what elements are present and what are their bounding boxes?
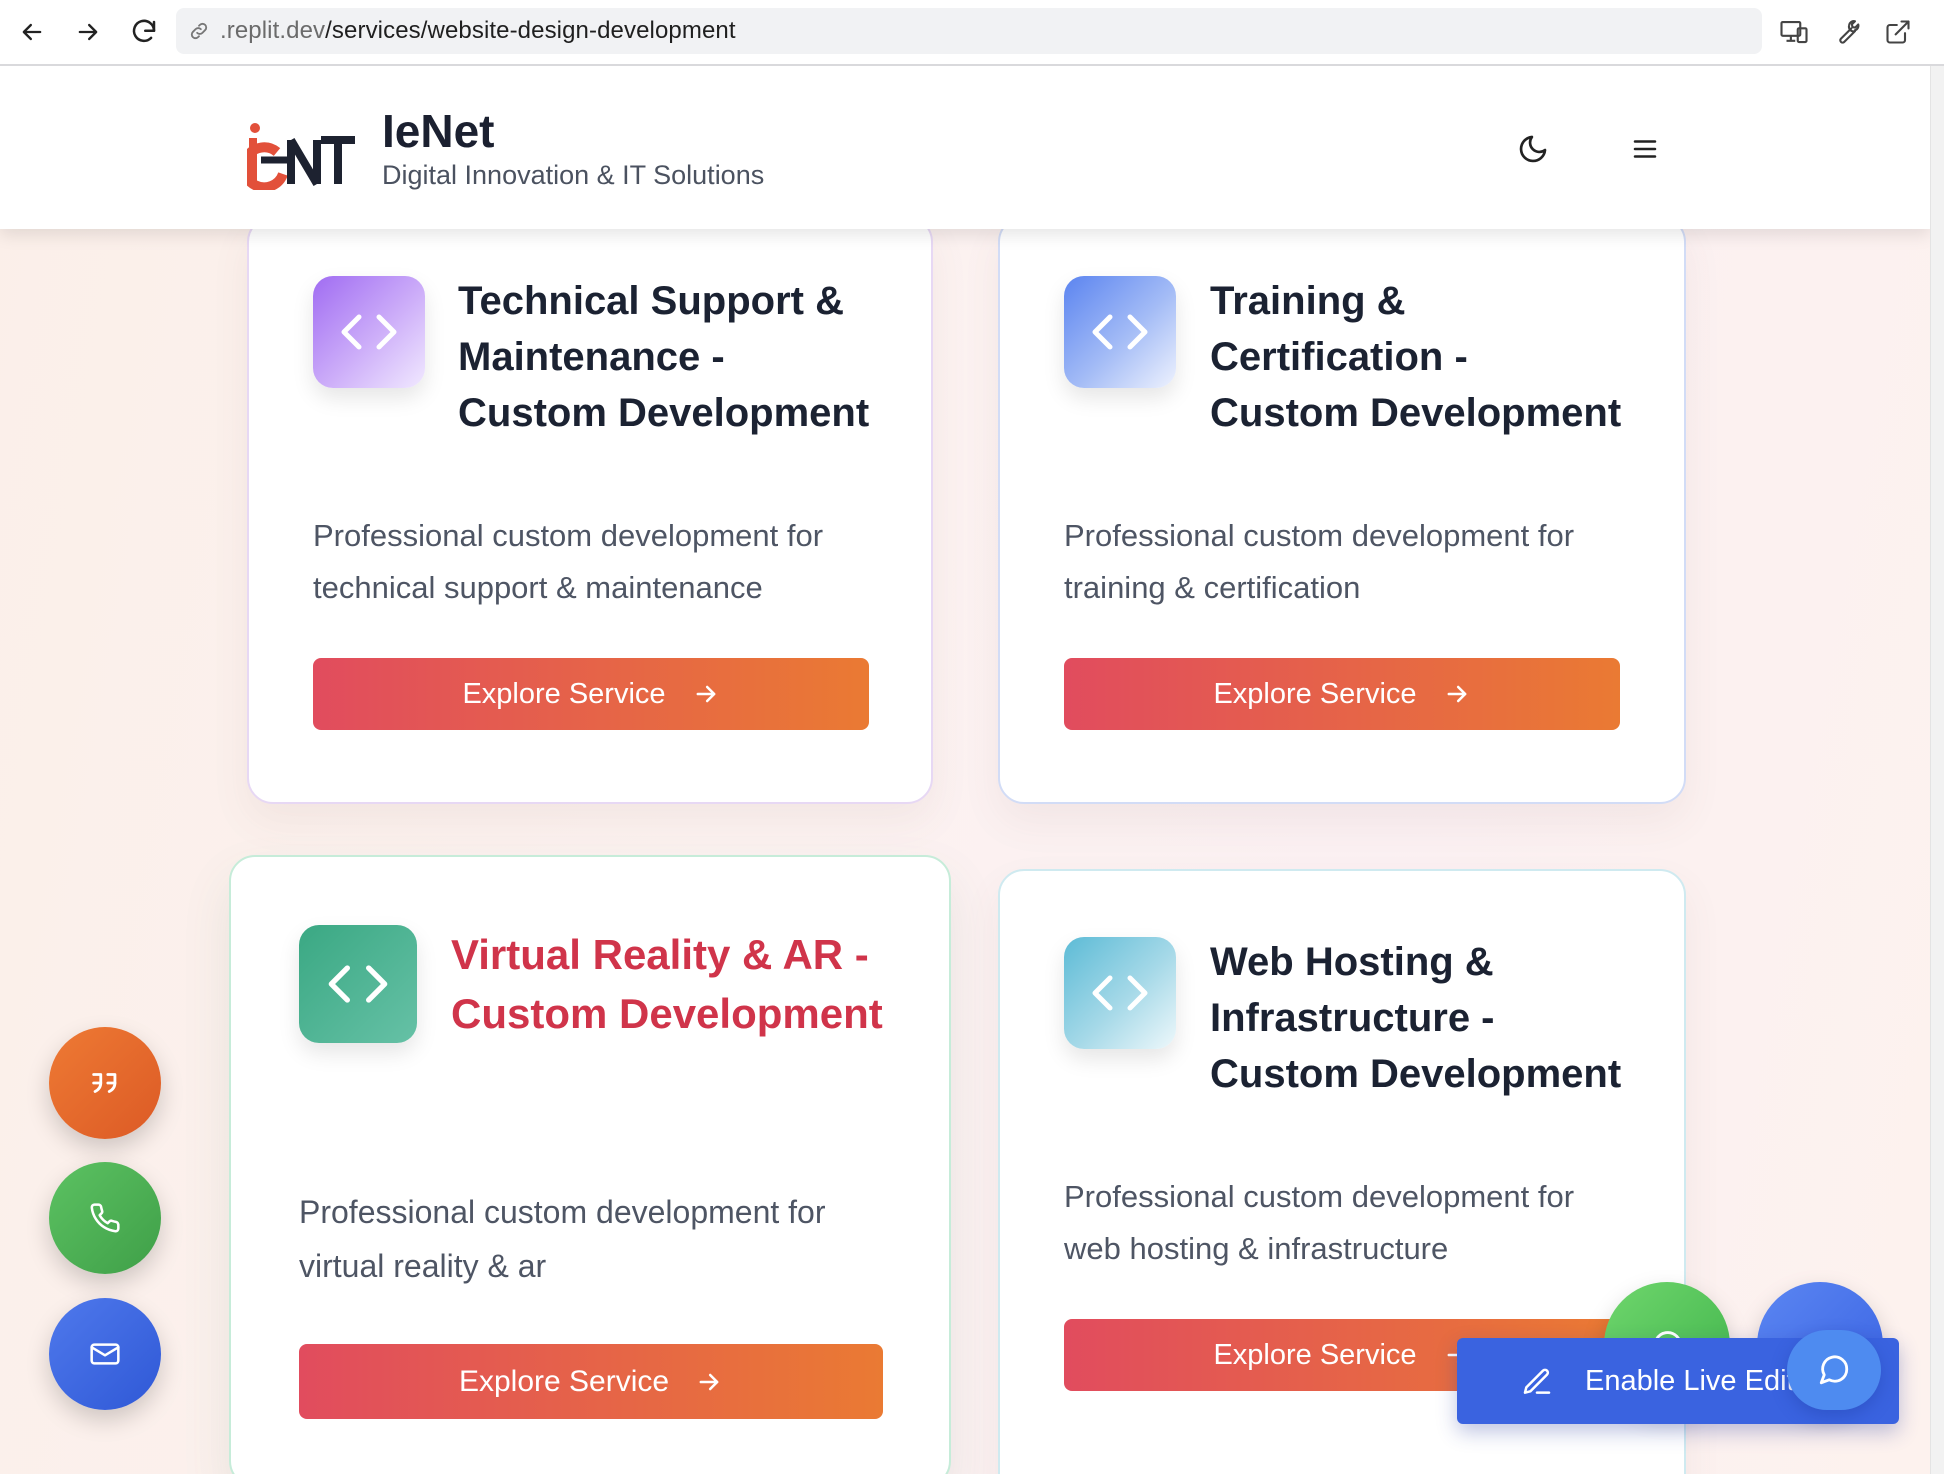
address-bar[interactable]: .replit.dev/services/website-design-deve… xyxy=(176,8,1762,54)
devices-icon xyxy=(1780,20,1808,44)
open-new-tab-button[interactable] xyxy=(1880,14,1916,50)
arrow-right-icon xyxy=(1447,685,1466,703)
service-icon-tile xyxy=(1064,276,1176,388)
brand-tagline: Digital Innovation & IT Solutions xyxy=(382,160,765,190)
arrow-right-icon xyxy=(699,1373,719,1390)
service-title: Technical Support & Maintenance - Custom D… xyxy=(458,279,870,435)
browser-toolbar: .replit.dev/services/website-design-deve… xyxy=(0,0,1944,66)
pencil-icon xyxy=(1523,1368,1551,1394)
arrow-right-icon xyxy=(78,23,98,41)
reload-icon xyxy=(132,19,156,43)
code-icon xyxy=(1092,314,1148,350)
link-icon xyxy=(188,20,210,49)
explore-service-button[interactable]: Explore Service xyxy=(1064,658,1620,730)
page-viewport: IeNet Digital Innovation & IT Solutions … xyxy=(0,66,1930,1474)
service-card[interactable]: Training & Certification - Custom Developm… xyxy=(998,216,1686,804)
service-description: Professional custom development for train… xyxy=(1064,518,1575,605)
brand-name[interactable]: IeNet xyxy=(382,104,494,158)
reload-button[interactable] xyxy=(126,14,162,50)
chat-toggle-button[interactable] xyxy=(1787,1330,1881,1410)
service-title: Training & Certification - Custom Developm… xyxy=(1210,279,1622,435)
service-description: Professional custom development for techn… xyxy=(313,518,824,605)
logo[interactable] xyxy=(239,112,357,193)
email-fab[interactable] xyxy=(49,1298,161,1410)
external-link-icon xyxy=(1886,20,1910,44)
code-icon xyxy=(328,965,388,1003)
phone-icon xyxy=(90,1203,120,1233)
page-scrollbar[interactable] xyxy=(1930,66,1944,1474)
responsive-view-button[interactable] xyxy=(1776,14,1812,50)
call-fab[interactable] xyxy=(49,1162,161,1274)
service-description: Professional custom development for web h… xyxy=(1064,1179,1575,1266)
arrow-left-icon xyxy=(22,23,42,41)
forward-button[interactable] xyxy=(70,14,106,50)
service-icon-tile xyxy=(1064,937,1176,1049)
explore-service-button[interactable]: Explore Service xyxy=(299,1344,883,1419)
site-header: IeNet Digital Innovation & IT Solutions xyxy=(0,66,1930,229)
message-circle-icon xyxy=(1819,1355,1849,1385)
menu-button[interactable] xyxy=(1623,127,1667,171)
hamburger-menu-icon xyxy=(1633,140,1657,158)
quote-icon xyxy=(92,1073,117,1093)
service-title: Web Hosting & Infrastructure - Custom Deve… xyxy=(1210,940,1622,1096)
code-icon xyxy=(341,314,397,350)
mail-icon xyxy=(90,1343,120,1365)
arrow-right-icon xyxy=(696,685,715,703)
moon-icon xyxy=(1519,135,1547,163)
service-card[interactable]: Virtual Reality & AR - Custom Development… xyxy=(229,855,951,1474)
devtools-button[interactable] xyxy=(1828,14,1864,50)
theme-toggle-button[interactable] xyxy=(1511,127,1555,171)
service-card[interactable]: Technical Support & Maintenance - Custom D… xyxy=(247,216,933,804)
url-path: /services/website-design-development xyxy=(325,17,736,44)
url-domain: .replit.dev xyxy=(220,17,326,44)
wrench-icon xyxy=(1839,20,1860,44)
code-icon xyxy=(1092,975,1148,1011)
testimonials-fab[interactable] xyxy=(49,1027,161,1139)
service-icon-tile xyxy=(313,276,425,388)
service-title: Virtual Reality & AR - Custom Development xyxy=(451,931,883,1037)
service-description: Professional custom development for virtu… xyxy=(299,1194,826,1284)
explore-service-button[interactable]: Explore Service xyxy=(313,658,869,730)
back-button[interactable] xyxy=(14,14,50,50)
service-icon-tile xyxy=(299,925,417,1043)
